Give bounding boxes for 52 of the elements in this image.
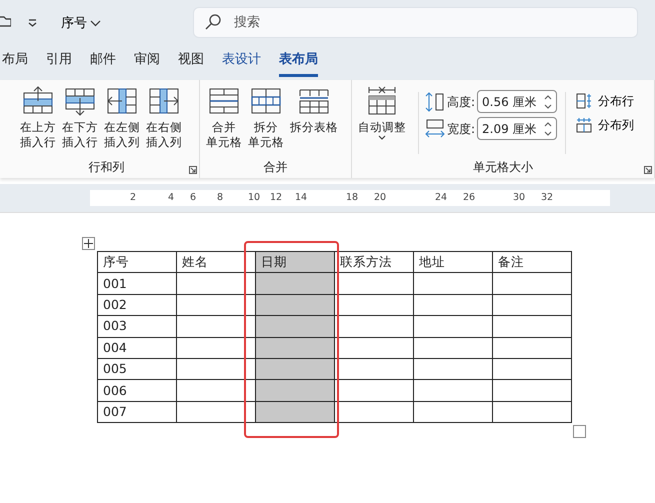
table-cell: 001: [98, 272, 176, 294]
ruler-number: 30: [513, 191, 526, 205]
table-cell: 003: [98, 316, 176, 338]
ribbon-tab[interactable]: 审阅: [134, 46, 160, 74]
ribbon-tab[interactable]: 视图: [178, 46, 204, 74]
height-label: 高度:: [447, 94, 476, 110]
width-spin-field[interactable]: 2.09 厘米: [477, 117, 558, 140]
ribbon-button[interactable]: 在下方 插入行: [60, 86, 100, 158]
ribbon-tab[interactable]: 引用: [46, 46, 72, 74]
table-cell: 006: [98, 380, 176, 402]
width-label: 宽度:: [447, 120, 476, 138]
height-spin-field[interactable]: 0.56 厘米: [477, 90, 558, 113]
ruler-number: 24: [435, 191, 448, 205]
table-cell: 004: [98, 337, 176, 358]
ruler-number: 8: [217, 191, 224, 205]
column-header: 地址: [414, 252, 492, 273]
ribbon-tab[interactable]: 布局: [2, 46, 28, 74]
ruler-number: 12: [270, 191, 282, 205]
ruler-number: 20: [374, 191, 386, 205]
ribbon-button[interactable]: 拆分表格: [288, 86, 340, 158]
ribbon-tab[interactable]: 表布局: [279, 46, 318, 77]
ruler-number: 18: [346, 191, 358, 205]
table-cell: 007: [98, 401, 176, 423]
ribbon-button[interactable]: 合并 单元格: [204, 86, 244, 158]
ruler-number: 32: [541, 191, 554, 205]
group-label: 合并: [262, 159, 288, 176]
distribute-rows-button[interactable]: 分布行: [576, 92, 634, 110]
ruler-number: 14: [295, 191, 308, 205]
column-header: 联系方法: [334, 252, 414, 273]
group-label: 单元格大小: [472, 159, 534, 176]
ruler-number: 2: [130, 191, 136, 205]
group-label: 行和列: [88, 159, 126, 176]
column-header: 序号: [98, 252, 176, 273]
ruler-number: 26: [463, 191, 476, 205]
column-header: 备注: [492, 252, 572, 273]
search-field[interactable]: 搜索: [193, 7, 638, 38]
ribbon-button[interactable]: 在上方 插入行: [18, 86, 58, 158]
distribute-columns-button[interactable]: 分布列: [576, 116, 634, 134]
ribbon-button[interactable]: 在左侧 插入列: [102, 86, 142, 158]
ribbon-button[interactable]: 在右侧 插入列: [144, 86, 184, 158]
ruler-number: 6: [190, 191, 196, 205]
ruler-number: 10: [248, 191, 260, 205]
ribbon-tab[interactable]: 表设计: [222, 46, 261, 74]
document-title[interactable]: 序号: [61, 14, 101, 34]
column-header: 日期: [256, 252, 334, 273]
autofit-button[interactable]: 自动调整: [356, 86, 408, 158]
table-cell: 002: [98, 294, 176, 316]
column-header: 姓名: [176, 252, 256, 273]
table-cell: 005: [98, 358, 176, 380]
ruler-number: 4: [168, 191, 174, 205]
ribbon-tab[interactable]: 邮件: [90, 46, 116, 74]
ribbon-button[interactable]: 拆分 单元格: [246, 86, 286, 158]
